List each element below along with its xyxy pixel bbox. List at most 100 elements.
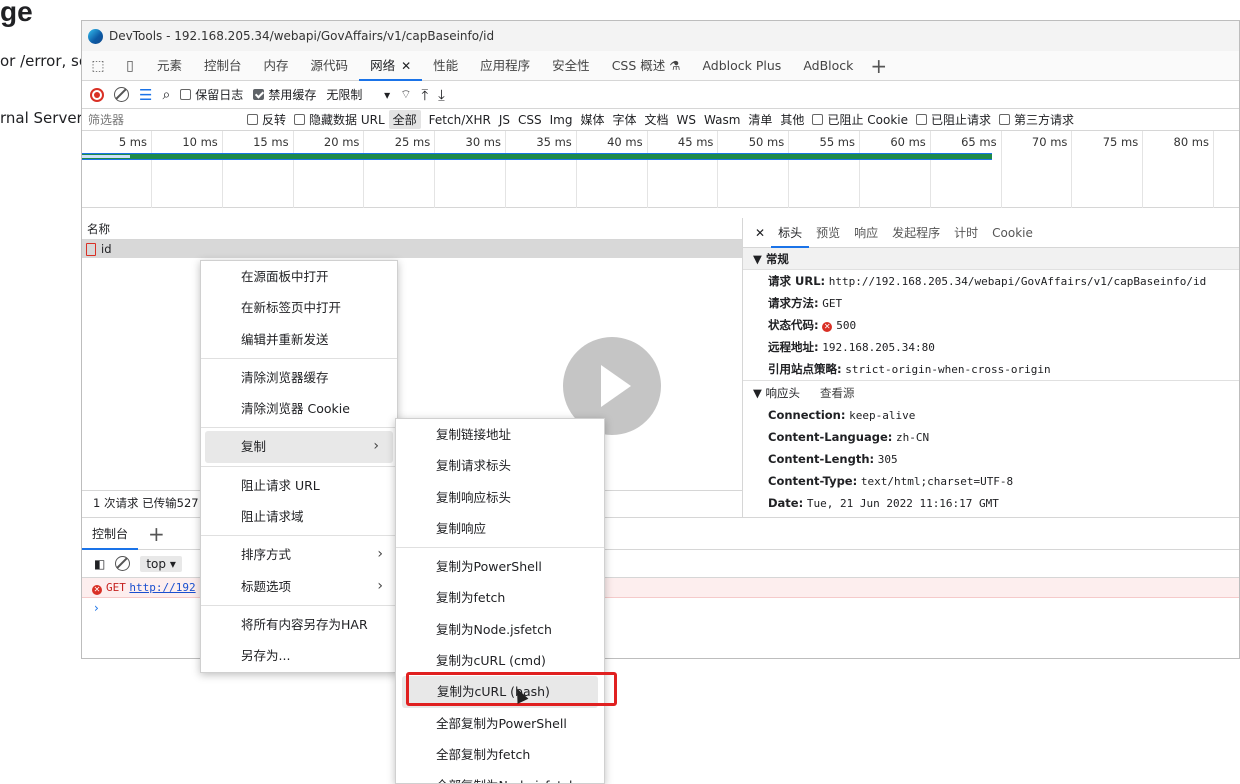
tab-network[interactable]: 网络 ✕ <box>359 51 423 81</box>
timeline-bar-waiting <box>82 154 992 159</box>
disable-cache-label: 禁用缓存 <box>268 88 317 102</box>
menu-item-copy-link[interactable]: 复制链接地址 <box>396 419 604 450</box>
menu-item-edit-resend[interactable]: 编辑并重新发送 <box>201 324 397 355</box>
menu-item-save-har[interactable]: 将所有内容另存为HAR <box>201 609 397 640</box>
tab-headers[interactable]: 标头 <box>771 218 810 248</box>
menu-item-copy-response-headers[interactable]: 复制响应标头 <box>396 482 604 513</box>
menu-item-open-in-new-tab[interactable]: 在新标签页中打开 <box>201 292 397 323</box>
timeline-tick: 5 ms <box>82 131 152 208</box>
error-link[interactable]: http://192 <box>129 581 195 594</box>
tab-initiator[interactable]: 发起程序 <box>885 218 947 248</box>
menu-item-clear-cookies[interactable]: 清除浏览器 Cookie <box>201 393 397 424</box>
type-filter-font[interactable]: 字体 <box>612 111 636 128</box>
menu-item-open-in-sources[interactable]: 在源面板中打开 <box>201 261 397 292</box>
general-section-header[interactable]: ▼ 常规 <box>743 248 1239 270</box>
clear-icon[interactable] <box>114 87 129 102</box>
tab-performance[interactable]: 性能 <box>422 51 469 81</box>
type-filter-fetch-xhr[interactable]: Fetch/XHR <box>429 113 491 127</box>
menu-item-header-options[interactable]: 标题选项 › <box>201 571 397 602</box>
tab-elements[interactable]: 元素 <box>146 51 193 81</box>
title-bar: DevTools - 192.168.205.34/webapi/GovAffa… <box>82 21 1239 51</box>
tab-adblock[interactable]: AdBlock <box>792 51 864 81</box>
add-drawer-tab-icon[interactable]: + <box>142 522 171 546</box>
menu-item-block-url[interactable]: 阻止请求 URL <box>201 470 397 501</box>
type-filter-css[interactable]: CSS <box>518 113 542 127</box>
blocked-requests-checkbox[interactable]: 已阻止请求 <box>915 111 991 128</box>
add-tab-icon[interactable]: + <box>864 54 893 78</box>
type-filter-ws[interactable]: WS <box>677 113 696 127</box>
timeline-tick: 50 ms <box>719 131 790 208</box>
request-name: id <box>101 242 112 256</box>
header-row: Content-Language: zh-CN <box>743 426 1239 448</box>
tab-adblock-plus[interactable]: Adblock Plus <box>691 51 792 81</box>
record-icon[interactable] <box>90 87 104 102</box>
menu-item-copy-response[interactable]: 复制响应 <box>396 513 604 544</box>
third-party-checkbox[interactable]: 第三方请求 <box>999 111 1074 128</box>
tab-sources[interactable]: 源代码 <box>300 51 360 81</box>
menu-item-copy-all-powershell[interactable]: 全部复制为PowerShell <box>396 708 604 739</box>
response-headers-header[interactable]: ▼ 响应头 查看源 <box>743 380 1239 404</box>
blocked-cookies-checkbox[interactable]: 已阻止 Cookie <box>812 111 908 128</box>
disable-cache-checkbox[interactable]: 禁用缓存 <box>253 86 316 103</box>
wifi-settings-icon[interactable]: ⌔ <box>400 87 411 102</box>
tab-application[interactable]: 应用程序 <box>469 51 541 81</box>
invert-checkbox[interactable]: 反转 <box>247 111 286 128</box>
drawer-tab-console[interactable]: 控制台 <box>82 518 139 550</box>
column-header-name[interactable]: 名称 <box>82 218 742 240</box>
view-source-link[interactable]: 查看源 <box>820 386 855 400</box>
type-filter-wasm[interactable]: Wasm <box>704 113 740 127</box>
menu-item-clear-cache[interactable]: 清除浏览器缓存 <box>201 362 397 393</box>
tab-preview[interactable]: 预览 <box>809 218 847 248</box>
menu-item-copy-powershell[interactable]: 复制为PowerShell <box>396 551 604 582</box>
download-icon[interactable]: ⤓ <box>438 86 445 104</box>
clear-console-icon[interactable] <box>115 556 131 571</box>
filter-input[interactable]: 筛选器 <box>82 110 247 130</box>
filter-icon[interactable]: ☰ <box>139 86 152 104</box>
tab-console[interactable]: 控制台 <box>193 51 253 81</box>
remote-address-label: 远程地址: <box>768 340 819 354</box>
menu-item-save-as[interactable]: 另存为... <box>201 640 397 671</box>
network-timeline[interactable]: 80 ms 75 ms 70 ms 65 ms 60 ms 55 ms 50 ms 45 ms… <box>82 131 1239 208</box>
table-row[interactable]: id <box>82 240 742 258</box>
search-icon[interactable]: ⌕ <box>162 87 170 103</box>
inspect-element-icon[interactable]: ⬚ <box>82 58 114 74</box>
menu-item-copy-all-nodejs-fetch[interactable]: 全部复制为Node.jsfetch <box>396 770 604 783</box>
menu-item-copy-request-headers[interactable]: 复制请求标头 <box>396 450 604 481</box>
tab-css-overview[interactable]: CSS 概述 ⚗ <box>601 51 692 81</box>
error-status-icon: ✕ <box>822 322 833 332</box>
tab-memory[interactable]: 内存 <box>253 51 300 81</box>
menu-separator <box>396 547 604 549</box>
type-filter-other[interactable]: 其他 <box>780 111 804 128</box>
error-icon: ✕ <box>92 585 102 595</box>
tab-security[interactable]: 安全性 <box>541 51 601 81</box>
tab-timing[interactable]: 计时 <box>947 218 985 248</box>
type-filter-img[interactable]: Img <box>550 113 573 127</box>
hide-data-url-checkbox[interactable]: 隐藏数据 URL <box>294 111 385 128</box>
request-method-label: 请求方法: <box>768 296 819 310</box>
device-toolbar-icon[interactable]: ▯ <box>114 58 146 74</box>
menu-item-sort-by[interactable]: 排序方式 › <box>201 539 397 570</box>
preserve-log-checkbox[interactable]: 保留日志 <box>180 86 243 103</box>
upload-icon[interactable]: ⤒ <box>421 86 428 104</box>
menu-item-copy[interactable]: 复制 › <box>205 431 393 463</box>
context-select[interactable]: top ▾ <box>140 555 182 572</box>
tab-cookies[interactable]: Cookie <box>985 218 1040 248</box>
type-filter-js[interactable]: JS <box>499 113 510 127</box>
close-tab-icon[interactable]: ✕ <box>401 59 411 73</box>
tab-response[interactable]: 响应 <box>847 218 885 248</box>
request-details: ✕ 标头 预览 响应 发起程序 计时 Cookie ▼ 常规 请求 URL: h… <box>742 218 1239 518</box>
type-filter-manifest[interactable]: 清单 <box>748 111 772 128</box>
menu-item-copy-nodejs-fetch[interactable]: 复制为Node.jsfetch <box>396 614 604 645</box>
request-url-value: http://192.168.205.34/webapi/GovAffairs/… <box>828 275 1207 288</box>
timeline-tick: 55 ms <box>790 131 860 208</box>
sidebar-toggle-icon[interactable]: ◧ <box>94 557 105 571</box>
type-filter-all[interactable]: 全部 <box>388 110 421 129</box>
close-icon[interactable]: ✕ <box>749 226 771 240</box>
type-filter-media[interactable]: 媒体 <box>580 111 604 128</box>
menu-item-block-domain[interactable]: 阻止请求域 <box>201 501 397 532</box>
referrer-policy-value: strict-origin-when-cross-origin <box>845 363 1051 376</box>
throttle-select[interactable]: 无限制 ▾ <box>326 86 390 103</box>
menu-item-copy-fetch[interactable]: 复制为fetch <box>396 582 604 613</box>
menu-item-copy-all-fetch[interactable]: 全部复制为fetch <box>396 739 604 770</box>
type-filter-doc[interactable]: 文档 <box>645 111 669 128</box>
